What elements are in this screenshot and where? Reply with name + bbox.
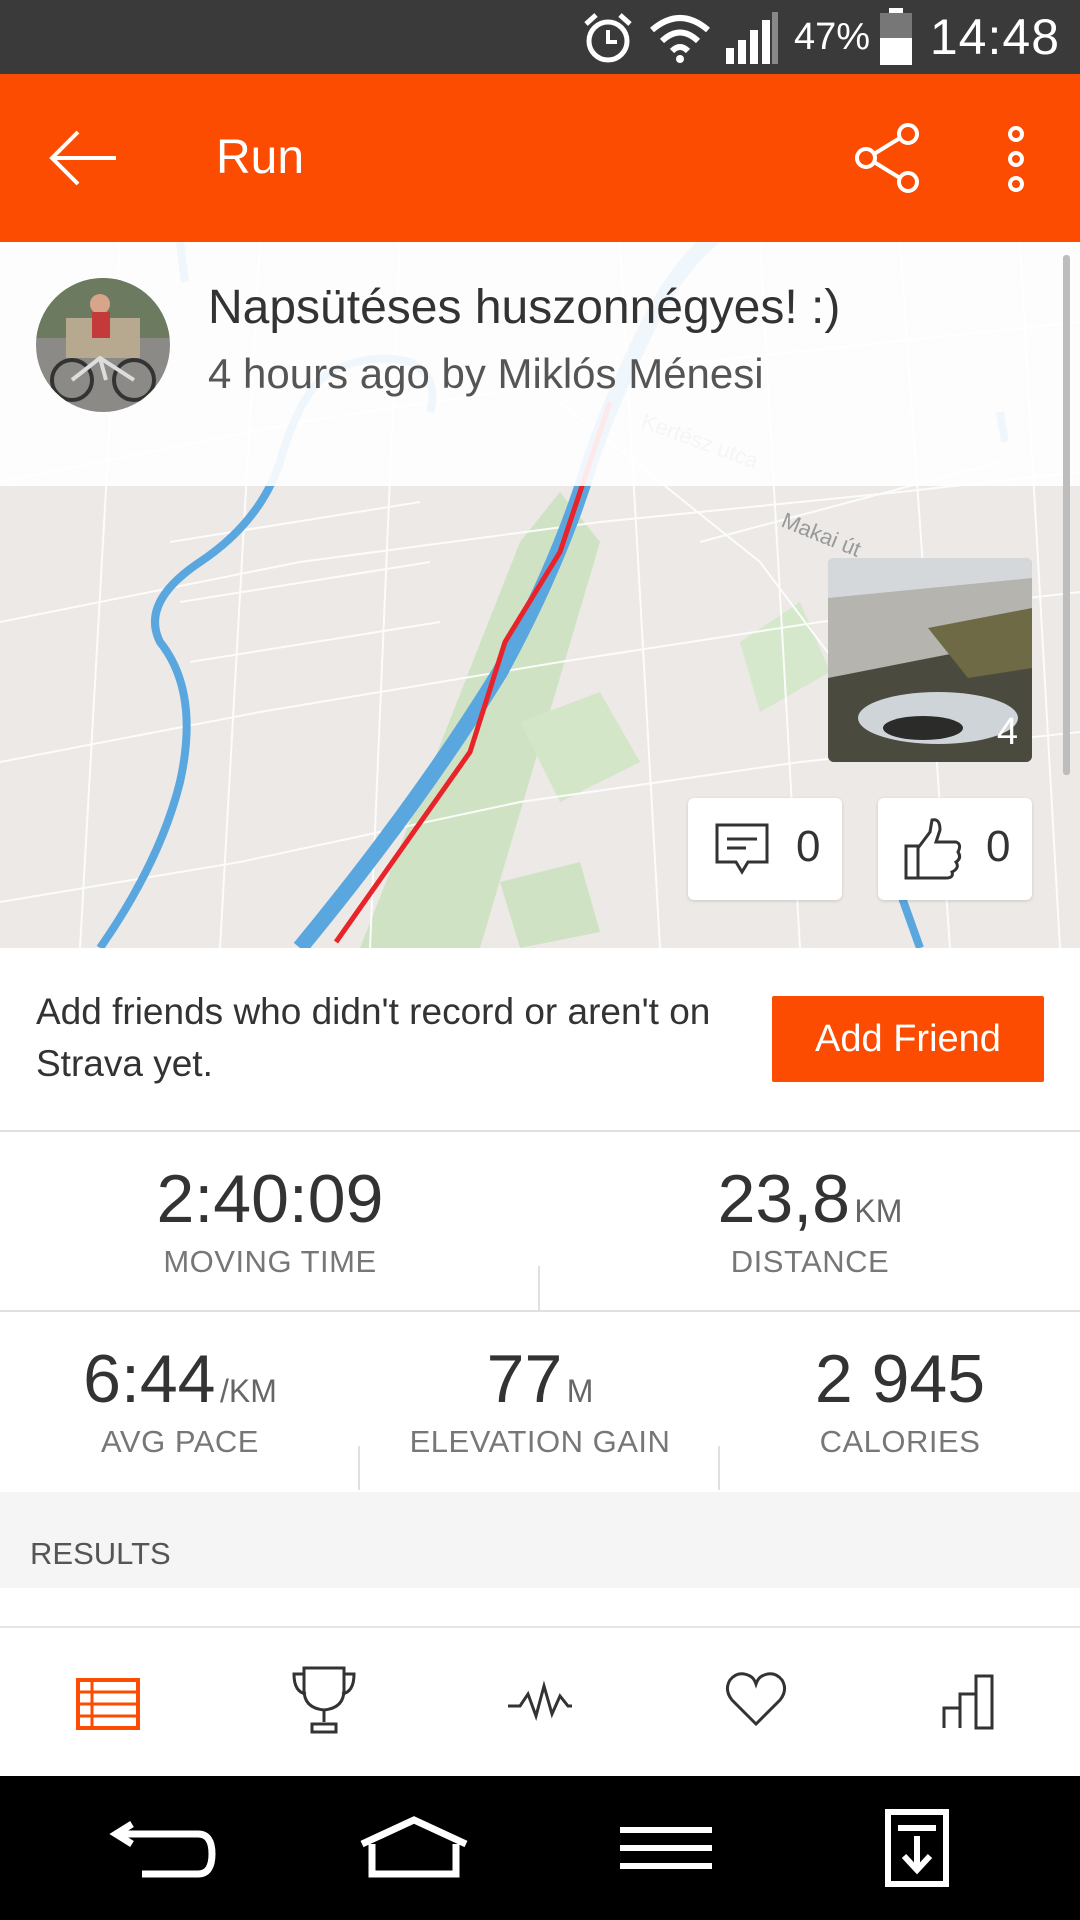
distance-stat: 23,8 KM DISTANCE (540, 1160, 1080, 1280)
activity-title: Napsütéses huszonnégyes! :) (208, 281, 841, 334)
divider (0, 1310, 1080, 1312)
nav-menu-icon[interactable] (618, 1824, 714, 1872)
elevation-value: 77 (486, 1341, 563, 1417)
avg-pace-label: AVG PACE (101, 1424, 259, 1459)
divider (0, 1130, 1080, 1132)
system-nav-bar (0, 1776, 1080, 1920)
list-icon[interactable] (76, 1678, 140, 1730)
bar-chart-icon[interactable] (940, 1672, 1000, 1732)
avg-pace-value: 6:44 (83, 1341, 216, 1417)
overflow-menu-icon[interactable] (1000, 124, 1032, 194)
calories-label: CALORIES (819, 1424, 981, 1459)
elevation-unit: M (566, 1373, 594, 1409)
results-label: RESULTS (30, 1536, 171, 1571)
comment-icon (715, 823, 769, 875)
comments-button[interactable]: 0 (688, 798, 842, 900)
scrollbar[interactable] (1063, 255, 1070, 775)
distance-unit: KM (854, 1193, 903, 1229)
status-bar: 47% 14:48 (0, 0, 1080, 74)
athlete-avatar[interactable] (36, 278, 170, 412)
street-label-makai: Makai út (778, 507, 864, 561)
activity-subtitle: 4 hours ago by Miklós Ménesi (208, 350, 764, 397)
calories-stat: 2 945 CALORIES (720, 1340, 1080, 1460)
moving-time-label: MOVING TIME (163, 1244, 377, 1279)
comments-count: 0 (796, 822, 821, 871)
distance-value: 23,8 (717, 1161, 850, 1237)
nav-download-icon[interactable] (884, 1808, 950, 1888)
trophy-icon[interactable] (290, 1664, 358, 1736)
add-friends-prompt: Add friends who didn't record or aren't … (36, 991, 711, 1084)
nav-home-icon[interactable] (356, 1816, 472, 1880)
moving-time-stat: 2:40:09 MOVING TIME (0, 1160, 540, 1280)
distance-label: DISTANCE (730, 1244, 890, 1279)
activity-photo[interactable]: 4 (828, 558, 1032, 762)
elevation-stat: 77 M ELEVATION GAIN (360, 1340, 720, 1460)
divider (358, 1446, 360, 1490)
page-title: Run (216, 131, 305, 184)
wifi-icon (650, 15, 710, 63)
avg-pace-stat: 6:44 /KM AVG PACE (0, 1340, 360, 1460)
signal-icon (726, 12, 778, 64)
divider (538, 1266, 540, 1310)
kudos-count: 0 (986, 822, 1011, 871)
pulse-icon[interactable] (506, 1676, 574, 1724)
tab-bar (0, 1626, 1080, 1778)
back-arrow-icon[interactable] (46, 126, 120, 190)
divider (718, 1446, 720, 1490)
battery-percent: 47% (793, 16, 870, 58)
photo-count: 4 (996, 711, 1018, 753)
clock: 14:48 (929, 9, 1060, 65)
kudos-button[interactable]: 0 (878, 798, 1032, 900)
moving-time-value: 2:40:09 (156, 1161, 384, 1237)
battery-icon (880, 8, 912, 65)
app-bar: Run (0, 74, 1080, 242)
share-icon[interactable] (852, 122, 924, 194)
heart-icon[interactable] (724, 1670, 788, 1728)
add-friend-button[interactable]: Add Friend (772, 996, 1044, 1082)
nav-back-icon[interactable] (108, 1820, 216, 1880)
calories-value: 2 945 (814, 1341, 986, 1417)
avg-pace-unit: /KM (219, 1373, 277, 1409)
elevation-label: ELEVATION GAIN (409, 1424, 671, 1459)
alarm-icon (584, 13, 632, 63)
thumbs-up-icon (904, 818, 962, 880)
